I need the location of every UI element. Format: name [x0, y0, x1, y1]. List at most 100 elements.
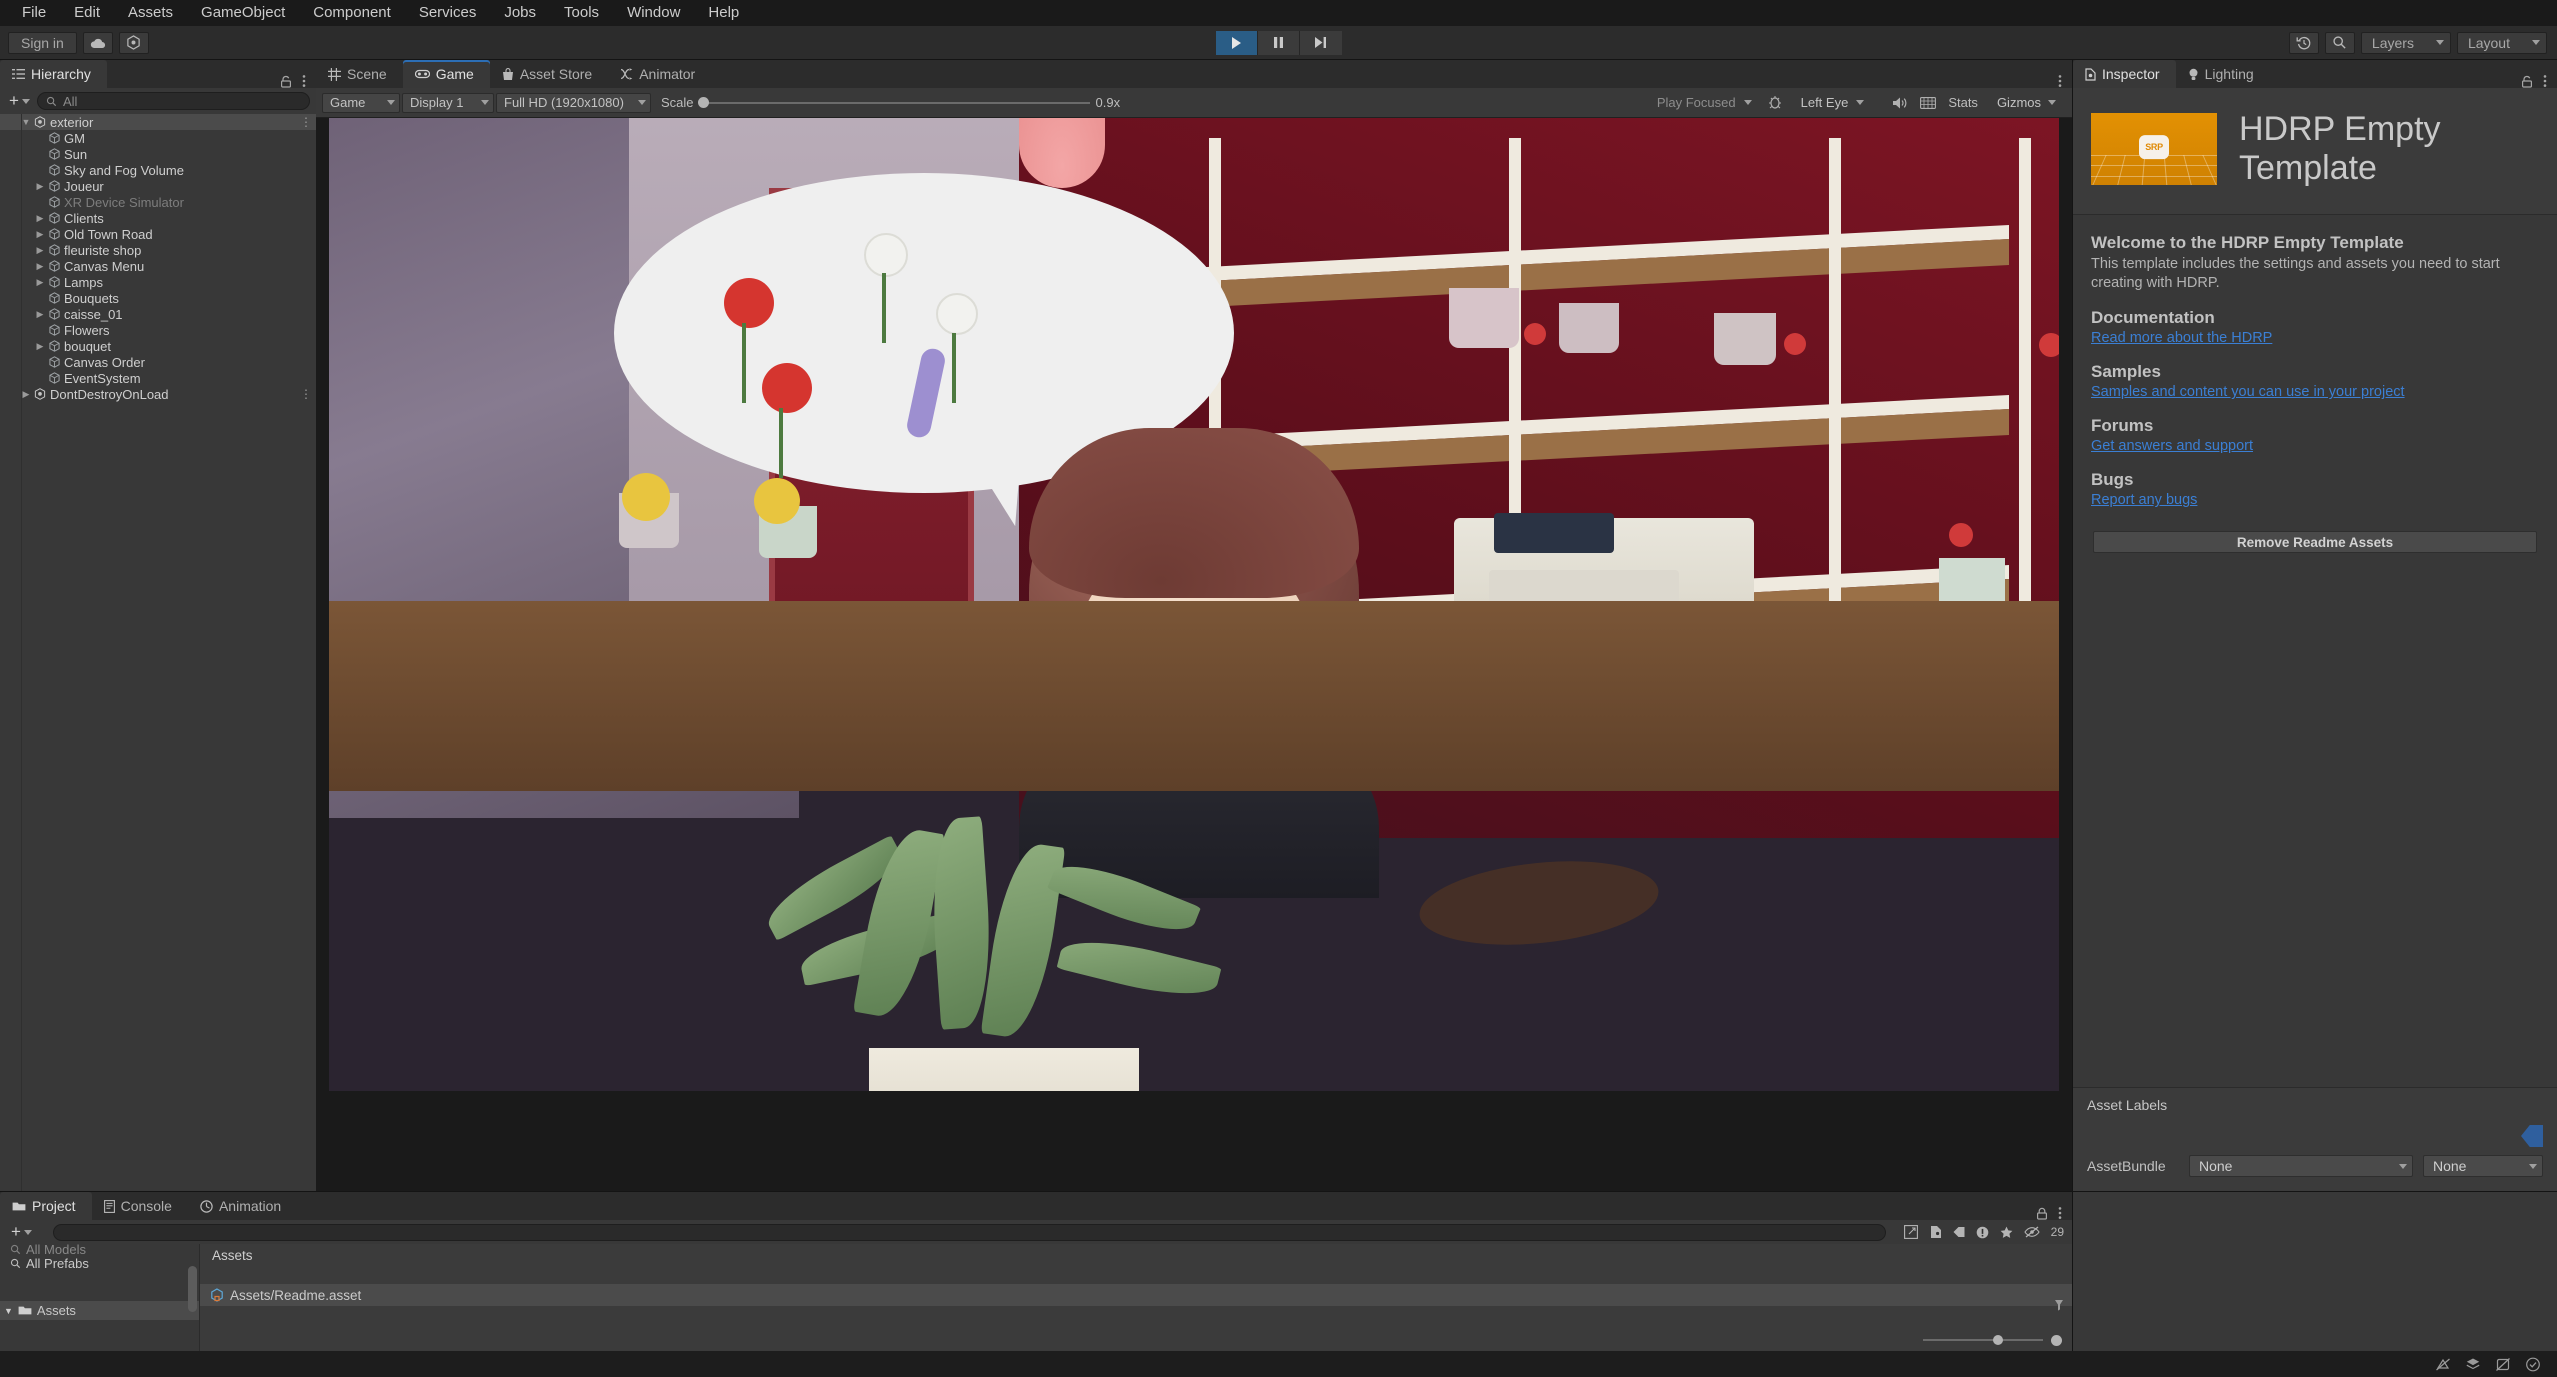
- sign-in-button[interactable]: Sign in: [8, 31, 77, 54]
- hierarchy-item-dontdestroyonload[interactable]: ▶ DontDestroyOnLoad ⋮: [0, 386, 316, 402]
- hierarchy-item-eventsystem[interactable]: EventSystem: [0, 370, 316, 386]
- game-render-area[interactable]: [316, 118, 2072, 1191]
- unlocked-icon[interactable]: [2521, 75, 2533, 88]
- tab-lighting[interactable]: Lighting: [2175, 60, 2270, 88]
- kebab-menu-icon[interactable]: [302, 74, 306, 88]
- play-focused-dropdown[interactable]: Play Focused: [1650, 93, 1756, 113]
- kebab-menu-icon[interactable]: [2543, 74, 2547, 88]
- layers-dropdown[interactable]: Layers: [2360, 31, 2451, 54]
- hierarchy-item-sun[interactable]: Sun: [0, 146, 316, 162]
- pause-button[interactable]: [1257, 30, 1300, 55]
- tab-game[interactable]: Game: [402, 60, 490, 88]
- zoom-knob[interactable]: [1993, 1335, 2003, 1345]
- scale-knob[interactable]: [697, 97, 709, 108]
- hierarchy-item-bouquets[interactable]: Bouquets: [0, 290, 316, 306]
- hierarchy-item-lamps[interactable]: ▶ Lamps: [0, 274, 316, 290]
- thumbnail-zoom-slider[interactable]: [1923, 1335, 2043, 1345]
- project-file-list[interactable]: Assets Assets/Readme.asset: [200, 1244, 2072, 1351]
- kebab-menu-icon[interactable]: [2058, 74, 2062, 88]
- layers-status-icon[interactable]: [2465, 1357, 2481, 1372]
- tab-asset-store[interactable]: Asset Store: [489, 60, 609, 88]
- project-add-button[interactable]: +: [8, 1222, 35, 1242]
- list-item[interactable]: Assets/Readme.asset: [200, 1284, 2072, 1306]
- project-tree-item-assets[interactable]: ▼ Assets: [0, 1301, 199, 1320]
- filter-icon[interactable]: [2054, 1299, 2064, 1311]
- layout-dropdown[interactable]: Layout: [2456, 31, 2547, 54]
- undo-history-icon[interactable]: [2288, 31, 2319, 54]
- packages-icon[interactable]: [1903, 1225, 1918, 1239]
- step-button[interactable]: [1299, 30, 1342, 55]
- readme-link-documentation[interactable]: Read more about the HDRP: [2091, 330, 2272, 346]
- project-search-input[interactable]: [52, 1223, 1886, 1241]
- hidden-icon[interactable]: [2023, 1226, 2040, 1238]
- tab-hierarchy[interactable]: Hierarchy: [0, 60, 107, 88]
- frame-debug-icon[interactable]: [1920, 96, 1937, 109]
- eye-dropdown[interactable]: Left Eye: [1794, 93, 1869, 113]
- scale-slider[interactable]: Scale 0.9x: [653, 95, 1128, 110]
- tab-animator[interactable]: Animator: [608, 60, 712, 88]
- tab-inspector[interactable]: Inspector: [2073, 60, 2176, 88]
- hierarchy-item-flowers[interactable]: Flowers: [0, 322, 316, 338]
- menu-component[interactable]: Component: [299, 0, 405, 26]
- chevron-right-icon[interactable]: ▶: [34, 229, 46, 240]
- project-tree-item-all-models[interactable]: All Models: [0, 1244, 199, 1254]
- kebab-menu-icon[interactable]: [2058, 1206, 2062, 1220]
- vr-device-icon[interactable]: [1768, 95, 1782, 110]
- cloud-icon[interactable]: [82, 31, 113, 54]
- lock-icon[interactable]: [2036, 1207, 2048, 1220]
- warning-icon[interactable]: [1976, 1226, 1989, 1239]
- hierarchy-tree[interactable]: ▼ exterior ⋮ GM Sun Sky and Fog Volume ▶ Joueur…: [0, 114, 316, 1191]
- play-button[interactable]: [1215, 30, 1258, 55]
- hierarchy-item-gm[interactable]: GM: [0, 130, 316, 146]
- hierarchy-item-bouquet[interactable]: ▶ bouquet: [0, 338, 316, 354]
- menu-help[interactable]: Help: [694, 0, 753, 26]
- tab-console[interactable]: Console: [91, 1192, 188, 1220]
- readme-link-forums[interactable]: Get answers and support: [2091, 438, 2253, 454]
- menu-gameobject[interactable]: GameObject: [187, 0, 299, 26]
- project-folder-tree[interactable]: All Models All Prefabs ▼ Assets: [0, 1244, 200, 1351]
- menu-edit[interactable]: Edit: [60, 0, 114, 26]
- hierarchy-item-clients[interactable]: ▶ Clients: [0, 210, 316, 226]
- chevron-down-icon[interactable]: ▼: [4, 1306, 13, 1316]
- hierarchy-item-canvas-menu[interactable]: ▶ Canvas Menu: [0, 258, 316, 274]
- lock-icon[interactable]: [280, 75, 292, 88]
- menu-services[interactable]: Services: [405, 0, 491, 26]
- tab-animation[interactable]: Animation: [187, 1192, 298, 1220]
- kebab-menu-icon[interactable]: ⋮: [300, 387, 312, 401]
- chevron-right-icon[interactable]: ▶: [34, 261, 46, 272]
- no-sync-icon[interactable]: [2495, 1357, 2511, 1372]
- stats-button[interactable]: Stats: [1948, 95, 1978, 110]
- label-icon[interactable]: [1953, 1226, 1965, 1238]
- assetbundle-dropdown[interactable]: None: [2189, 1155, 2413, 1177]
- chevron-right-icon[interactable]: ▶: [34, 245, 46, 256]
- unity-services-icon[interactable]: [118, 31, 149, 54]
- hierarchy-item-exterior[interactable]: ▼ exterior ⋮: [0, 114, 316, 130]
- readme-link-bugs[interactable]: Report any bugs: [2091, 492, 2197, 508]
- zoom-end-knob[interactable]: [2051, 1334, 2062, 1346]
- favorite-icon[interactable]: [1929, 1225, 1942, 1239]
- label-tag-icon[interactable]: [2521, 1125, 2543, 1147]
- menu-assets[interactable]: Assets: [114, 0, 187, 26]
- display-dropdown[interactable]: Display 1: [402, 92, 494, 113]
- game-mode-dropdown[interactable]: Game: [322, 92, 400, 113]
- menu-tools[interactable]: Tools: [550, 0, 613, 26]
- resolution-dropdown[interactable]: Full HD (1920x1080): [496, 92, 651, 113]
- chevron-right-icon[interactable]: ▶: [34, 213, 46, 224]
- menu-jobs[interactable]: Jobs: [490, 0, 550, 26]
- menu-window[interactable]: Window: [613, 0, 694, 26]
- readme-link-samples[interactable]: Samples and content you can use in your …: [2091, 384, 2405, 400]
- chevron-right-icon[interactable]: ▶: [34, 309, 46, 320]
- tab-project[interactable]: Project: [0, 1192, 92, 1220]
- tab-scene[interactable]: Scene: [316, 60, 403, 88]
- remove-readme-assets-button[interactable]: Remove Readme Assets: [2093, 531, 2537, 554]
- hierarchy-item-fleuriste-shop[interactable]: ▶ fleuriste shop: [0, 242, 316, 258]
- hierarchy-add-button[interactable]: +: [6, 91, 33, 111]
- project-tree-item-all-prefabs[interactable]: All Prefabs: [0, 1254, 199, 1273]
- hierarchy-item-joueur[interactable]: ▶ Joueur: [0, 178, 316, 194]
- star-icon[interactable]: [2000, 1226, 2013, 1239]
- chevron-right-icon[interactable]: ▶: [34, 181, 46, 192]
- hierarchy-item-xr-device-simulator[interactable]: XR Device Simulator: [0, 194, 316, 210]
- menu-file[interactable]: File: [8, 0, 60, 26]
- scale-track[interactable]: [697, 97, 1090, 108]
- no-collab-icon[interactable]: [2435, 1357, 2451, 1372]
